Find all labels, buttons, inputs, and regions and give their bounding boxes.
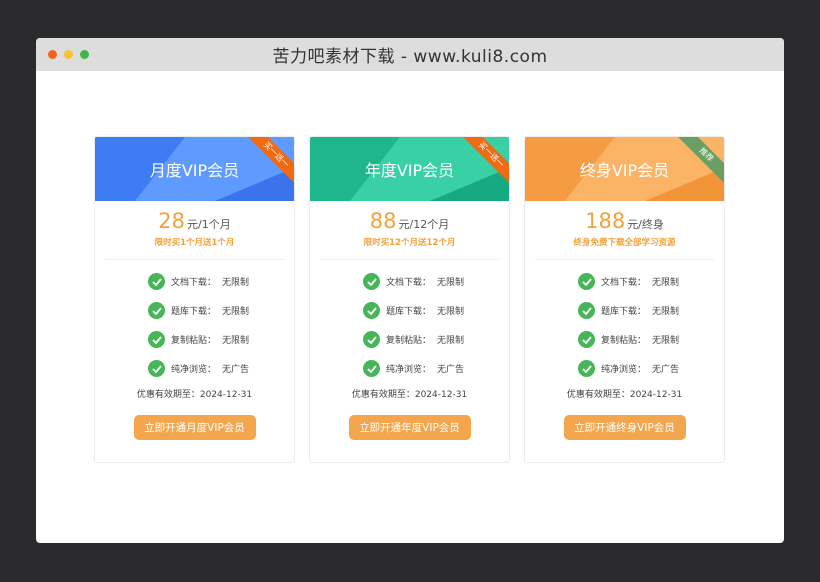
feature-value: 无广告 (222, 365, 250, 375)
feature-label: 文档下载： (171, 278, 217, 288)
feature-label: 题库下载： (601, 307, 647, 317)
price-amount: 188 (585, 209, 626, 233)
check-icon (148, 273, 165, 290)
plan-title: 终身VIP会员 (579, 161, 670, 180)
feature-value: 无限制 (222, 307, 250, 317)
check-icon (148, 302, 165, 319)
check-icon (578, 273, 595, 290)
promo-text: 限时买1个月送1个月 (154, 238, 235, 248)
feature-value: 无限制 (652, 278, 680, 288)
check-icon (363, 360, 380, 377)
feature-value: 无限制 (437, 336, 465, 346)
feature-value: 无广告 (652, 365, 680, 375)
maximize-dot[interactable] (80, 50, 89, 59)
expiry-date: 优惠有效期至：2024-12-31 (351, 390, 468, 400)
price-unit: 元/1个月 (187, 218, 231, 231)
feature-value: 无广告 (437, 365, 465, 375)
feature-label: 文档下载： (601, 278, 647, 288)
check-icon (363, 302, 380, 319)
feature-label: 纯净浏览： (601, 365, 647, 375)
expiry-date: 优惠有效期至：2024-12-31 (136, 390, 253, 400)
feature-label: 文档下载： (386, 278, 432, 288)
expiry-date: 优惠有效期至：2024-12-31 (566, 390, 683, 400)
feature-item: 文档下载： 无限制 (95, 272, 294, 291)
promo-text: 限时买12个月送12个月 (363, 238, 456, 248)
price-row: 88 元/12个月 (310, 209, 509, 233)
divider (105, 259, 284, 260)
pricing-cards: 月度VIP会员 买一送一 28 元/1个月 限时买1个月送1个月 文档下载： 无… (94, 136, 725, 463)
feature-item: 文档下载： 无限制 (525, 272, 724, 291)
feature-item: 文档下载： 无限制 (310, 272, 509, 291)
price-row: 188 元/终身 (525, 209, 724, 233)
feature-value: 无限制 (437, 278, 465, 288)
pricing-card-monthly: 月度VIP会员 买一送一 28 元/1个月 限时买1个月送1个月 文档下载： 无… (94, 136, 295, 463)
close-dot[interactable] (48, 50, 57, 59)
feature-list: 文档下载： 无限制 题库下载： 无限制 复制粘贴： 无限制 纯净浏览： 无广告 (95, 272, 294, 378)
feature-item: 复制粘贴： 无限制 (95, 330, 294, 349)
feature-item: 题库下载： 无限制 (310, 301, 509, 320)
plan-title: 月度VIP会员 (149, 161, 240, 180)
feature-label: 题库下载： (386, 307, 432, 317)
feature-label: 纯净浏览： (171, 365, 217, 375)
feature-value: 无限制 (652, 307, 680, 317)
check-icon (363, 273, 380, 290)
feature-label: 复制粘贴： (601, 336, 647, 346)
promo-text: 终身免费下载全部学习资源 (573, 238, 676, 248)
browser-window: 苦力吧素材下载 - www.kuli8.com 月度VIP会员 买一送一 28 … (36, 38, 784, 543)
feature-label: 复制粘贴： (171, 336, 217, 346)
divider (535, 259, 714, 260)
title-bar: 苦力吧素材下载 - www.kuli8.com (36, 38, 784, 71)
feature-label: 纯净浏览： (386, 365, 432, 375)
window-controls (48, 50, 89, 59)
subscribe-lifetime-button[interactable]: 立即开通终身VIP会员 (563, 415, 686, 440)
feature-list: 文档下载： 无限制 题库下载： 无限制 复制粘贴： 无限制 纯净浏览： 无广告 (310, 272, 509, 378)
price-unit: 元/12个月 (398, 218, 450, 231)
check-icon (578, 302, 595, 319)
feature-value: 无限制 (652, 336, 680, 346)
window-title: 苦力吧素材下载 - www.kuli8.com (272, 47, 548, 67)
feature-value: 无限制 (222, 336, 250, 346)
check-icon (578, 331, 595, 348)
check-icon (148, 331, 165, 348)
card-header: 终身VIP会员 推荐 (525, 137, 724, 201)
price-amount: 88 (369, 209, 397, 233)
feature-item: 题库下载： 无限制 (95, 301, 294, 320)
card-header: 年度VIP会员 买一送一 (310, 137, 509, 201)
price-amount: 28 (158, 209, 185, 233)
price-unit: 元/终身 (627, 218, 664, 231)
minimize-dot[interactable] (64, 50, 73, 59)
feature-item: 复制粘贴： 无限制 (525, 330, 724, 349)
feature-label: 题库下载： (171, 307, 217, 317)
feature-value: 无限制 (437, 307, 465, 317)
feature-item: 纯净浏览： 无广告 (95, 359, 294, 378)
check-icon (148, 360, 165, 377)
check-icon (578, 360, 595, 377)
pricing-card-yearly: 年度VIP会员 买一送一 88 元/12个月 限时买12个月送12个月 文档下载… (309, 136, 510, 463)
divider (320, 259, 499, 260)
feature-list: 文档下载： 无限制 题库下载： 无限制 复制粘贴： 无限制 纯净浏览： 无广告 (525, 272, 724, 378)
pricing-card-lifetime: 终身VIP会员 推荐 188 元/终身 终身免费下载全部学习资源 文档下载： 无… (524, 136, 725, 463)
subscribe-monthly-button[interactable]: 立即开通月度VIP会员 (133, 415, 256, 440)
feature-label: 复制粘贴： (386, 336, 432, 346)
price-row: 28 元/1个月 (95, 209, 294, 233)
feature-item: 纯净浏览： 无广告 (525, 359, 724, 378)
subscribe-yearly-button[interactable]: 立即开通年度VIP会员 (348, 415, 471, 440)
check-icon (363, 331, 380, 348)
plan-title: 年度VIP会员 (364, 161, 455, 180)
card-header: 月度VIP会员 买一送一 (95, 137, 294, 201)
feature-value: 无限制 (222, 278, 250, 288)
feature-item: 复制粘贴： 无限制 (310, 330, 509, 349)
feature-item: 纯净浏览： 无广告 (310, 359, 509, 378)
feature-item: 题库下载： 无限制 (525, 301, 724, 320)
